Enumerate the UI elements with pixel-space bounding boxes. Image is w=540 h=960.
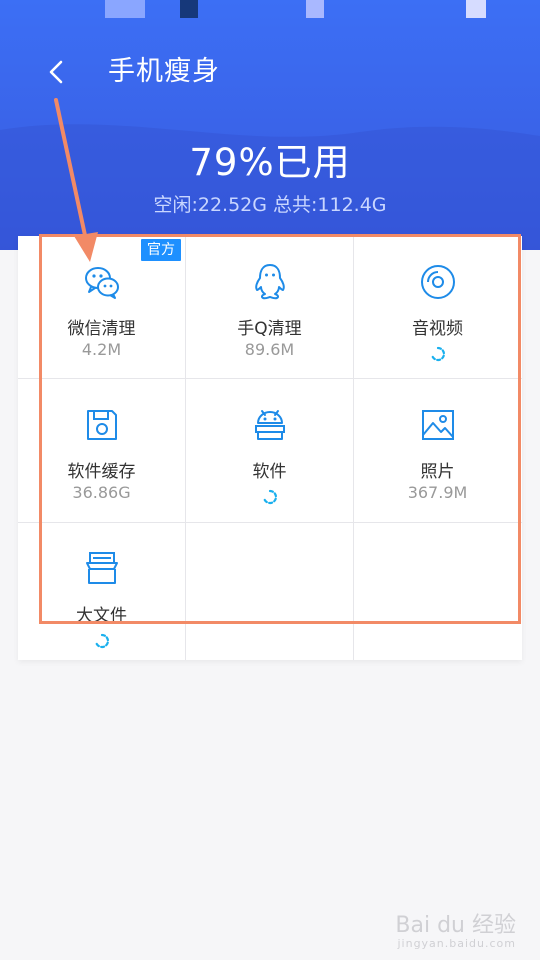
watermark-brand: Bai du 经验 — [395, 912, 516, 938]
loading-spinner-icon — [94, 633, 109, 649]
qq-penguin-icon — [254, 264, 285, 300]
archive-box-icon — [85, 552, 118, 584]
tile-large-files[interactable]: 大文件 — [18, 523, 185, 665]
tile-photos[interactable]: 照片 367.9M — [354, 379, 521, 521]
tile-size: 4.2M — [81, 340, 122, 359]
tile-size: 36.86G — [72, 483, 131, 502]
back-button[interactable] — [36, 52, 76, 92]
tile-label: 音视频 — [412, 319, 463, 339]
status-bar-segment — [466, 0, 486, 18]
official-badge: 官方 — [141, 239, 181, 261]
tile-label: 大文件 — [76, 606, 127, 626]
watermark: Bai du 经验 jingyan.baidu.com — [395, 912, 516, 950]
page-title: 手机瘦身 — [108, 56, 220, 87]
status-bar-segment — [105, 0, 145, 18]
chevron-left-icon — [49, 60, 63, 84]
disc-icon — [420, 265, 455, 299]
tile-app-cache[interactable]: 软件缓存 36.86G — [18, 379, 185, 521]
save-disk-icon — [86, 410, 117, 440]
tile-size: 89.6M — [244, 340, 295, 359]
wechat-icon — [84, 267, 119, 299]
tile-label: 手Q清理 — [237, 319, 302, 339]
tile-label: 软件缓存 — [67, 462, 136, 482]
android-icon — [254, 410, 285, 440]
tile-empty — [354, 523, 521, 665]
watermark-url: jingyan.baidu.com — [397, 936, 516, 950]
tile-label: 微信清理 — [67, 319, 136, 339]
tile-label: 软件 — [252, 462, 287, 482]
tile-qq-cleanup[interactable]: 手Q清理 89.6M — [186, 236, 353, 378]
loading-spinner-icon — [262, 489, 277, 505]
storage-usage-detail: 空闲:22.52G 总共:112.4G — [153, 194, 387, 216]
cleanup-grid-card: 微信清理 4.2M 手Q清理 89.6M 音视频 软件缓存 36.86G 软件 … — [18, 236, 522, 660]
status-bar-segment — [306, 0, 324, 18]
status-bar-segment — [180, 0, 198, 18]
image-icon — [421, 410, 454, 440]
storage-usage-percent: 79%已用 — [189, 141, 351, 184]
header: 手机瘦身 79%已用 空闲:22.52G 总共:112.4G — [0, 0, 540, 250]
tile-size: 367.9M — [407, 483, 468, 502]
tile-apps[interactable]: 软件 — [186, 379, 353, 521]
tile-audio-video[interactable]: 音视频 — [354, 236, 521, 378]
tile-label: 照片 — [420, 462, 455, 482]
tile-empty — [186, 523, 353, 665]
loading-spinner-icon — [430, 346, 445, 362]
